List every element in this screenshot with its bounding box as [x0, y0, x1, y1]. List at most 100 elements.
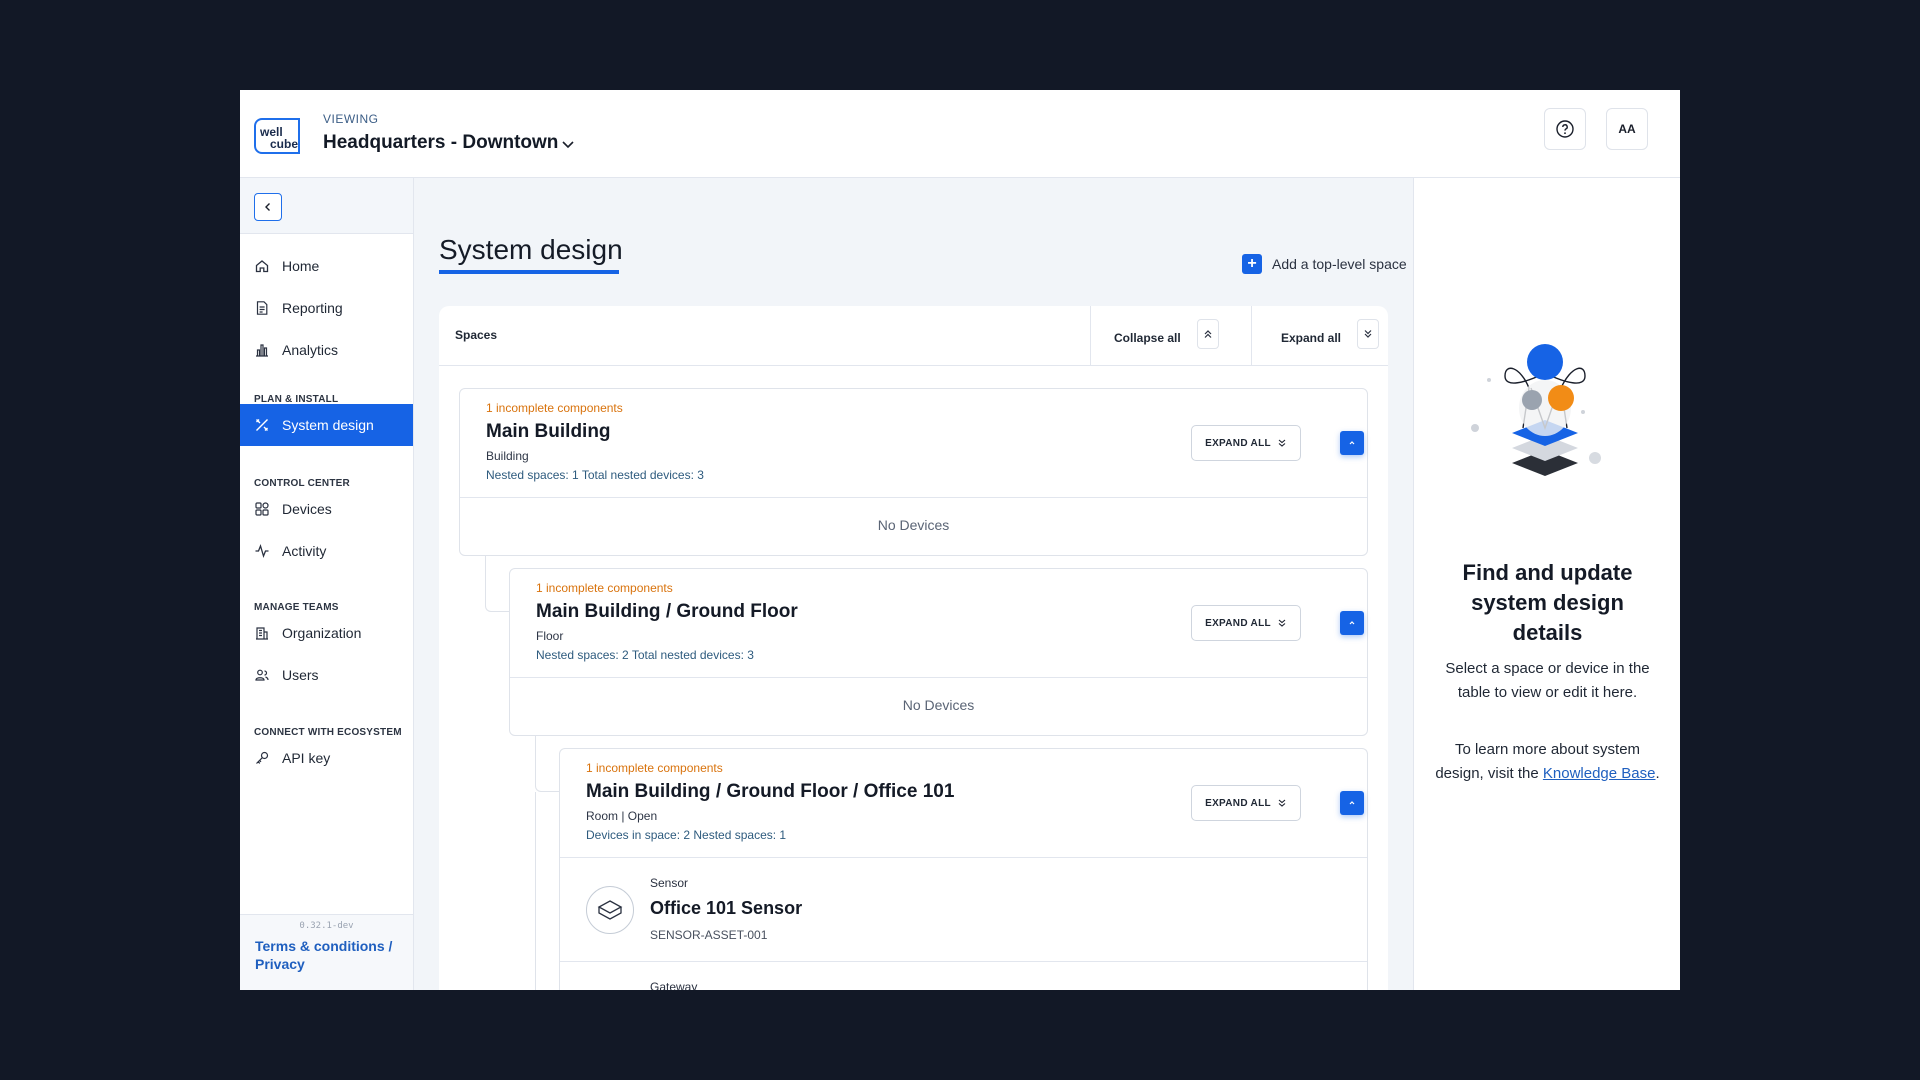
chevron-down-icon[interactable] — [560, 136, 576, 152]
device-row-gateway[interactable]: Gateway — [560, 962, 1367, 990]
spaces-table: Spaces Collapse all Expand all 1 incompl… — [439, 306, 1388, 990]
detail-panel: Find and update system design details Se… — [1415, 178, 1680, 990]
sidebar-item-organization[interactable]: Organization — [240, 612, 413, 654]
sensor-device-icon — [586, 886, 634, 934]
sidebar-item-label: Organization — [282, 625, 362, 641]
space-name: Main Building / Ground Floor — [536, 601, 798, 622]
device-asset-id: SENSOR-ASSET-001 — [650, 928, 768, 942]
sidebar-item-devices[interactable]: Devices — [240, 488, 413, 530]
expand-all-label: EXPAND ALL — [1205, 617, 1271, 629]
tree-connector — [535, 792, 536, 990]
sidebar-item-reporting[interactable]: Reporting — [240, 287, 413, 329]
collapse-space-button[interactable] — [1340, 791, 1364, 815]
sidebar-item-label: Reporting — [282, 300, 343, 316]
space-name: Main Building — [486, 421, 611, 442]
space-expand-all-button[interactable]: EXPAND ALL — [1191, 605, 1301, 641]
building-icon — [254, 625, 270, 641]
header-divider — [1251, 306, 1252, 366]
chevron-up-icon — [1349, 621, 1355, 625]
collapse-all-button[interactable]: Collapse all — [1114, 319, 1219, 349]
space-expand-all-button[interactable]: EXPAND ALL — [1191, 785, 1301, 821]
tools-icon — [254, 417, 270, 433]
spaces-table-header: Spaces Collapse all Expand all — [439, 306, 1388, 366]
device-kind: Gateway — [650, 980, 698, 990]
sidebar-item-api-key[interactable]: API key — [240, 737, 413, 779]
expand-all-label: EXPAND ALL — [1205, 797, 1271, 809]
double-chevron-down-icon — [1278, 439, 1286, 447]
space-counts: Nested spaces: 2 Total nested devices: 3 — [536, 648, 754, 662]
key-icon — [254, 750, 270, 766]
collapse-all-label: Collapse all — [1114, 330, 1181, 345]
space-divider — [460, 497, 1367, 498]
add-top-level-space-button[interactable]: + Add a top-level space — [1242, 253, 1407, 275]
bar-chart-icon — [254, 342, 270, 358]
tree-connector — [485, 556, 509, 612]
double-chevron-up-icon — [1196, 319, 1219, 349]
collapse-space-button[interactable] — [1340, 611, 1364, 635]
sidebar-item-home[interactable]: Home — [240, 245, 413, 287]
collapse-space-button[interactable] — [1340, 431, 1364, 455]
double-chevron-down-icon — [1278, 799, 1286, 807]
wellcube-logo[interactable]: well cube — [254, 118, 300, 154]
incomplete-components-label: 1 incomplete components — [486, 401, 623, 415]
space-counts: Devices in space: 2 Nested spaces: 1 — [586, 828, 787, 842]
tree-connector — [535, 736, 559, 792]
expand-all-button[interactable]: Expand all — [1281, 319, 1380, 349]
top-bar: well cube VIEWING Headquarters - Downtow… — [240, 90, 1680, 178]
page-title: System design — [439, 234, 623, 265]
sidebar-footer: 0.32.1-dev Terms & conditions / Privacy — [240, 914, 413, 990]
home-icon — [254, 258, 270, 274]
collapse-sidebar-button[interactable] — [254, 193, 282, 221]
panel-help-text: To learn more about system design, visit… — [1415, 738, 1680, 786]
space-counts: Nested spaces: 1 Total nested devices: 3 — [486, 468, 704, 482]
system-design-illustration — [1471, 344, 1601, 476]
space-expand-all-button[interactable]: EXPAND ALL — [1191, 425, 1301, 461]
space-type: Room | Open — [586, 809, 658, 823]
panel-help-suffix: . — [1655, 765, 1660, 782]
help-button[interactable] — [1544, 108, 1586, 150]
space-row-office-101[interactable]: 1 incomplete components Main Building / … — [559, 748, 1368, 990]
incomplete-components-label: 1 incomplete components — [536, 581, 673, 595]
expand-all-label: EXPAND ALL — [1205, 437, 1271, 449]
sidebar-item-label: Users — [282, 667, 319, 683]
user-avatar-button[interactable]: AA — [1606, 108, 1648, 150]
knowledge-base-link[interactable]: Knowledge Base — [1543, 765, 1656, 782]
sidebar-item-label: API key — [282, 750, 331, 766]
no-devices-label: No Devices — [902, 697, 975, 713]
sidebar-item-users[interactable]: Users — [240, 654, 413, 696]
sidebar-item-label: System design — [282, 417, 374, 433]
space-row-ground-floor[interactable]: 1 incomplete components Main Building / … — [509, 568, 1368, 736]
expand-all-label: Expand all — [1281, 330, 1342, 345]
add-space-label: Add a top-level space — [1272, 256, 1407, 272]
sidebar-item-label: Home — [282, 258, 320, 274]
sidebar-item-label: Devices — [282, 501, 332, 517]
sidebar-item-system-design[interactable]: System design — [240, 404, 413, 446]
help-circle-icon — [1556, 120, 1574, 138]
app-window: well cube VIEWING Headquarters - Downtow… — [240, 90, 1680, 990]
site-selector[interactable]: Headquarters - Downtown — [323, 132, 558, 154]
chevron-up-icon — [1349, 441, 1355, 445]
device-row-sensor[interactable]: Sensor Office 101 Sensor SENSOR-ASSET-00… — [560, 858, 1367, 962]
logo-text-cube: cube — [270, 137, 299, 151]
users-icon — [254, 667, 270, 683]
double-chevron-down-icon — [1278, 619, 1286, 627]
viewing-label: VIEWING — [323, 112, 379, 126]
report-icon — [254, 300, 270, 316]
version-label: 0.32.1-dev — [299, 921, 354, 931]
sidebar-item-analytics[interactable]: Analytics — [240, 329, 413, 371]
space-name: Main Building / Ground Floor / Office 10… — [586, 781, 955, 802]
sidebar-item-activity[interactable]: Activity — [240, 530, 413, 572]
space-row-main-building[interactable]: 1 incomplete components Main Building Bu… — [459, 388, 1368, 556]
device-kind: Sensor — [650, 876, 689, 890]
double-chevron-down-icon — [1357, 319, 1380, 349]
chevron-up-icon — [1349, 801, 1355, 805]
sidebar-item-label: Analytics — [282, 342, 339, 358]
no-devices-label: No Devices — [877, 517, 950, 533]
main-content: System design + Add a top-level space Sp… — [414, 178, 1414, 990]
panel-instructions: Select a space or device in the table to… — [1445, 660, 1650, 701]
incomplete-components-label: 1 incomplete components — [586, 761, 723, 775]
plus-icon: + — [1242, 254, 1262, 274]
chevron-left-icon — [265, 203, 270, 211]
panel-title: Find and update system design details — [1462, 560, 1633, 645]
terms-privacy-link[interactable]: Terms & conditions / Privacy — [255, 937, 405, 973]
